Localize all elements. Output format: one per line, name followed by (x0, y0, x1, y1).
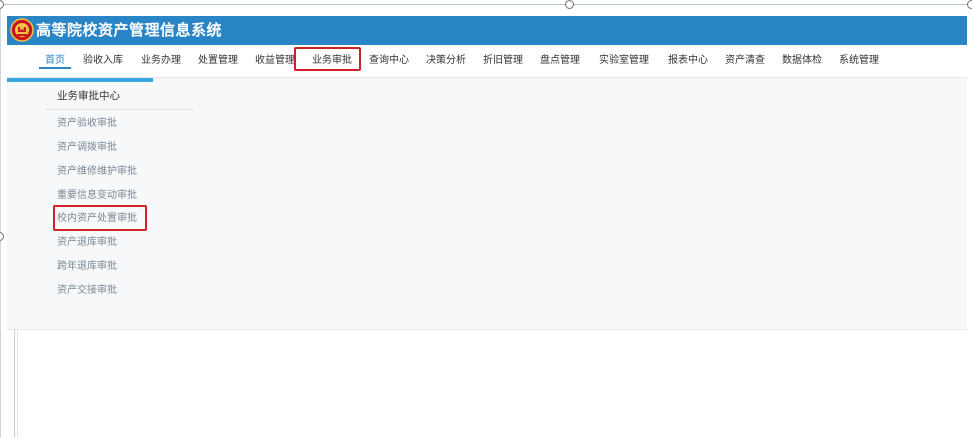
nav-item-analysis[interactable]: 决策分析 (426, 53, 466, 69)
nav-item-query[interactable]: 查询中心 (369, 53, 409, 69)
nav-item-acceptance[interactable]: 验收入库 (83, 53, 123, 69)
frame-left-line (0, 4, 1, 438)
menu-link-info-change-approval[interactable]: 重要信息变动审批 (57, 189, 137, 203)
frame-top-line (0, 4, 972, 5)
menu-link-handover-approval[interactable]: 资产交接审批 (57, 284, 117, 298)
submenu-divider (45, 109, 193, 110)
resize-handle-top-left[interactable] (0, 0, 4, 9)
nav-item-data-check[interactable]: 数据体检 (782, 53, 822, 69)
nav-item-disposal[interactable]: 处置管理 (198, 53, 238, 69)
national-emblem-icon (10, 18, 34, 42)
menu-link-acceptance-approval[interactable]: 资产验收审批 (57, 117, 117, 131)
nav-item-inventory[interactable]: 盘点管理 (540, 53, 580, 69)
nav-item-income[interactable]: 收益管理 (255, 53, 295, 69)
frame-inner-line-2 (17, 329, 18, 438)
resize-handle-top-right[interactable] (967, 0, 972, 9)
nav-active-underline (39, 67, 71, 69)
main-nav: 首页 验收入库 业务办理 处置管理 收益管理 业务审批 查询中心 决策分析 折旧… (7, 45, 967, 78)
highlight-box-disposal-approval (53, 205, 147, 231)
resize-handle-top[interactable] (565, 0, 574, 9)
menu-link-maintenance-approval[interactable]: 资产维修维护审批 (57, 165, 137, 179)
menu-link-return-approval[interactable]: 资产退库审批 (57, 236, 117, 250)
submenu-panel (7, 78, 967, 330)
nav-item-asset-check[interactable]: 资产清查 (725, 53, 765, 69)
nav-item-business[interactable]: 业务办理 (141, 53, 181, 69)
menu-link-cross-year-return-approval[interactable]: 跨年退库审批 (57, 260, 117, 274)
active-panel-tab (7, 78, 153, 82)
nav-item-reports[interactable]: 报表中心 (668, 53, 708, 69)
menu-link-transfer-approval[interactable]: 资产调拨审批 (57, 141, 117, 155)
nav-item-system[interactable]: 系统管理 (839, 53, 879, 69)
nav-item-lab[interactable]: 实验室管理 (599, 53, 649, 69)
app-header: 高等院校资产管理信息系统 (7, 16, 967, 45)
app-title: 高等院校资产管理信息系统 (36, 21, 223, 39)
submenu-title: 业务审批中心 (57, 90, 120, 102)
nav-item-depreciation[interactable]: 折旧管理 (483, 53, 523, 69)
frame-inner-line (14, 329, 15, 438)
resize-handle-left[interactable] (0, 232, 4, 241)
highlight-box-nav-approval (294, 47, 361, 71)
